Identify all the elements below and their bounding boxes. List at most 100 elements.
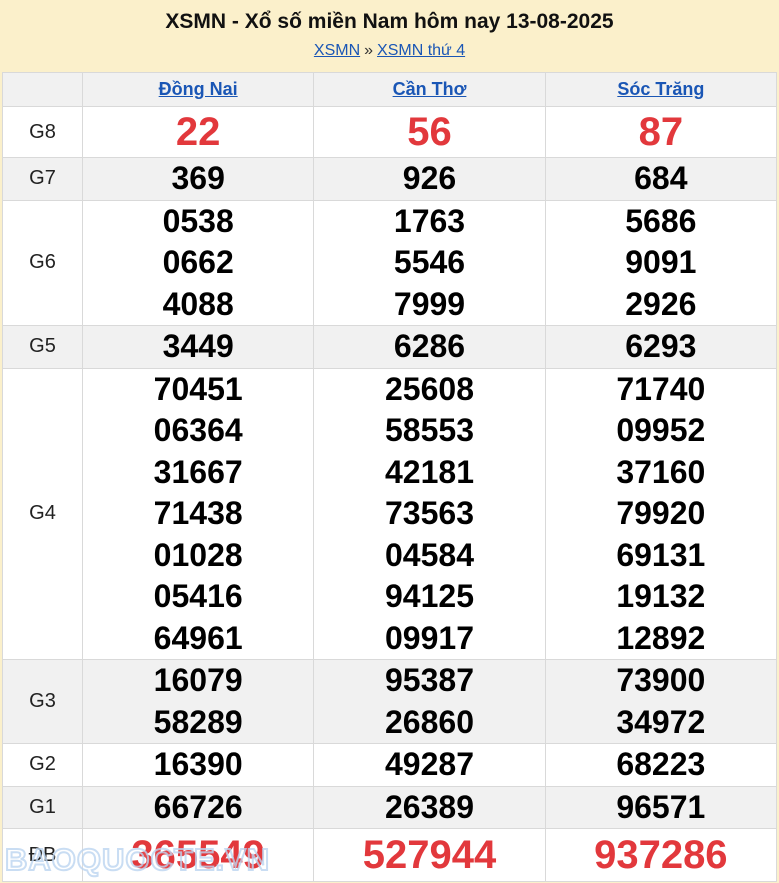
prize-row-g1: G1 66726 26389 96571	[2, 785, 778, 829]
result-number: 0662	[162, 244, 234, 280]
result-cell: 365549	[81, 828, 315, 882]
result-number: 58553	[385, 412, 474, 448]
result-cell: 71740 09952 37160 79920 69131 19132 12892	[544, 367, 778, 660]
result-number: 73563	[385, 495, 474, 531]
result-number: 527944	[362, 833, 497, 877]
result-number: 58289	[153, 703, 243, 740]
result-number: 2926	[625, 285, 697, 322]
breadcrumb-separator: »	[364, 42, 374, 59]
breadcrumb-link-xsmn-thu4[interactable]: XSMN thứ 4	[377, 42, 465, 59]
result-number: 09952	[616, 412, 706, 448]
result-number: 937286	[594, 833, 728, 877]
prize-row-g8: G8 22 56 87	[2, 106, 778, 158]
breadcrumb-link-xsmn[interactable]: XSMN	[314, 42, 360, 59]
corner-cell	[2, 72, 83, 107]
result-cell: 96571	[544, 785, 778, 829]
page-title: XSMN - Xổ số miền Nam hôm nay 13-08-2025	[165, 10, 614, 33]
result-number: 4088	[162, 285, 234, 322]
result-number: 49287	[385, 746, 474, 782]
result-cell: 3449	[81, 325, 315, 369]
prize-label: G4	[2, 367, 83, 660]
result-number: 5686	[625, 202, 697, 239]
result-number: 64961	[153, 619, 243, 656]
prize-label: ĐB	[2, 828, 83, 882]
result-number: 365549	[131, 833, 265, 877]
result-cell: 6293	[544, 325, 778, 369]
result-number: 09917	[385, 619, 474, 656]
prize-row-đb: ĐB 365549 527944 937286	[2, 828, 778, 882]
prize-label: G7	[2, 157, 83, 201]
prize-row-g5: G5 3449 6286 6293	[2, 325, 778, 369]
result-cell: 22	[81, 106, 315, 158]
province-link-can-tho[interactable]: Cần Thơ	[393, 79, 467, 99]
result-cell: 1763 5546 7999	[313, 199, 546, 326]
result-number: 684	[634, 160, 688, 196]
result-number: 16390	[153, 746, 243, 782]
results-table: Đồng Nai Cần Thơ Sóc Trăng G8 22 56 87 G7 369…	[2, 72, 778, 882]
result-number: 87	[638, 110, 684, 154]
result-number: 06364	[153, 412, 243, 448]
result-number: 369	[171, 160, 225, 196]
result-number: 69131	[616, 536, 706, 573]
prize-row-g4: G4 70451 06364 31667 71438 01028 05416 64961 256…	[2, 367, 778, 660]
result-number: 66726	[153, 788, 243, 825]
prize-label: G1	[2, 785, 83, 829]
table-header-row: Đồng Nai Cần Thơ Sóc Trăng	[2, 72, 778, 107]
province-link-soc-trang[interactable]: Sóc Trăng	[617, 79, 704, 99]
result-cell: 95387 26860	[313, 659, 546, 744]
prize-label: G3	[2, 659, 83, 744]
result-number: 94125	[385, 578, 474, 614]
prize-label: G8	[2, 106, 83, 158]
result-cell: 926	[313, 157, 546, 201]
column-header-dong-nai: Đồng Nai	[81, 72, 315, 107]
result-cell: 49287	[313, 743, 546, 787]
result-number: 71740	[616, 370, 706, 407]
header: XSMN - Xổ số miền Nam hôm nay 13-08-2025…	[0, 0, 779, 61]
result-number: 34972	[616, 703, 706, 740]
prize-label: G2	[2, 743, 83, 787]
result-number: 05416	[153, 578, 243, 614]
result-number: 26860	[385, 703, 474, 740]
result-number: 70451	[153, 370, 243, 407]
result-cell: 56	[313, 106, 546, 158]
result-number: 37160	[616, 453, 706, 490]
result-cell: 527944	[313, 828, 546, 882]
result-number: 01028	[153, 536, 243, 573]
result-cell: 26389	[313, 785, 546, 829]
result-cell: 68223	[544, 743, 778, 787]
result-number: 0538	[162, 202, 234, 239]
prize-row-g3: G3 16079 58289 95387 26860 73900 34972	[2, 659, 778, 744]
result-number: 31667	[153, 453, 243, 490]
result-number: 6286	[393, 328, 466, 364]
result-number: 926	[402, 160, 457, 196]
result-cell: 369	[81, 157, 315, 201]
result-number: 96571	[616, 788, 706, 825]
province-link-dong-nai[interactable]: Đồng Nai	[159, 79, 238, 99]
result-number: 5546	[393, 244, 466, 280]
result-number: 95387	[385, 662, 474, 698]
result-number: 16079	[153, 662, 243, 698]
result-number: 04584	[385, 536, 474, 573]
result-cell: 16079 58289	[81, 659, 315, 744]
column-header-can-tho: Cần Thơ	[313, 72, 546, 107]
prize-label: G6	[2, 199, 83, 326]
result-number: 6293	[625, 328, 697, 364]
result-number: 7999	[393, 285, 466, 322]
result-cell: 73900 34972	[544, 659, 778, 744]
prize-row-g2: G2 16390 49287 68223	[2, 743, 778, 787]
result-number: 73900	[616, 662, 706, 698]
result-cell: 0538 0662 4088	[81, 199, 315, 326]
result-number: 19132	[616, 578, 706, 614]
result-number: 3449	[162, 328, 234, 364]
result-cell: 16390	[81, 743, 315, 787]
result-number: 26389	[385, 788, 474, 825]
column-header-soc-trang: Sóc Trăng	[544, 72, 778, 107]
result-number: 9091	[625, 244, 697, 280]
result-number: 68223	[616, 746, 706, 782]
prize-row-g7: G7 369 926 684	[2, 157, 778, 201]
result-number: 42181	[385, 453, 474, 490]
breadcrumb: XSMN» XSMN thứ 4	[0, 41, 779, 61]
result-number: 25608	[385, 370, 474, 407]
result-number: 79920	[616, 495, 706, 531]
result-cell: 937286	[544, 828, 778, 882]
